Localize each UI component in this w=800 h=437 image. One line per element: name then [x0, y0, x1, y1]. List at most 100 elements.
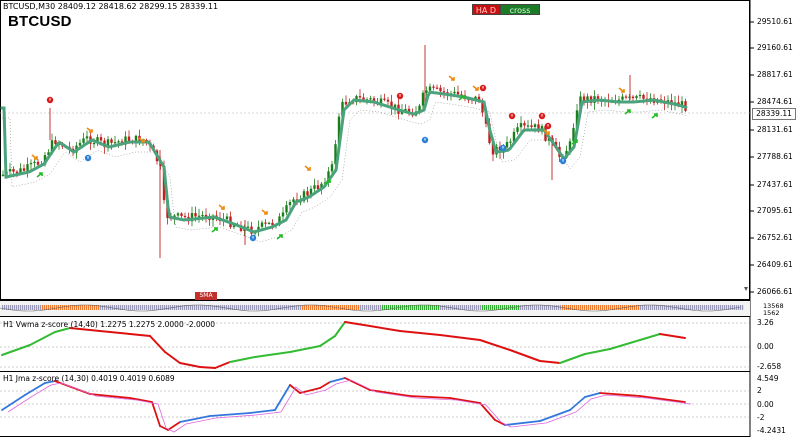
strip-bar — [382, 305, 384, 310]
strip-bar — [648, 305, 650, 310]
strip-bar — [536, 305, 538, 310]
strip-bar — [428, 305, 430, 310]
strip-bar — [268, 305, 270, 310]
strip-bar — [722, 305, 724, 310]
strip-bar — [250, 305, 252, 310]
strip-bar — [364, 305, 366, 310]
candle-body — [92, 142, 96, 145]
chart-canvas[interactable] — [0, 0, 800, 437]
strip-bar — [26, 305, 28, 310]
strip-bar — [630, 305, 632, 310]
candle-body — [225, 216, 229, 220]
strip-bar — [668, 305, 670, 310]
candle-body — [453, 91, 456, 94]
strip-bar — [394, 305, 396, 310]
strip-bar — [616, 305, 618, 310]
strip-bar — [166, 305, 168, 310]
strip-bar — [404, 305, 406, 310]
strip-bar — [64, 305, 66, 310]
candle-body — [435, 87, 439, 89]
strip-bar — [688, 305, 690, 310]
strip-bar — [444, 305, 446, 310]
candle-body — [201, 214, 204, 217]
candle-body — [316, 185, 320, 190]
strip-bar — [92, 305, 94, 310]
strip-bar — [710, 305, 712, 310]
strip-bar — [432, 305, 434, 310]
strip-bar — [116, 305, 118, 310]
strip-bar — [632, 305, 634, 310]
strip-bar — [242, 305, 244, 310]
vwma-zscore-segment — [479, 339, 511, 351]
signal-marker-glyph — [562, 159, 564, 162]
strip-bar — [84, 305, 86, 310]
strip-bar — [696, 305, 698, 310]
strip-bar — [534, 305, 536, 310]
strip-bar — [358, 305, 360, 310]
strip-bar — [508, 305, 510, 310]
candle-body — [33, 161, 36, 164]
strip-bar — [694, 305, 696, 310]
strip-bar — [342, 305, 344, 310]
vwma-zscore-segment — [439, 334, 481, 341]
candle-body — [99, 137, 103, 141]
strip-bar — [262, 305, 264, 310]
strip-bar — [338, 305, 340, 310]
strip-bar — [312, 305, 314, 310]
strip-bar — [378, 305, 380, 310]
candle-body — [358, 96, 362, 98]
strip-bar — [256, 305, 258, 310]
strip-bar — [30, 305, 32, 310]
strip-bar — [610, 305, 612, 310]
strip-bar — [600, 305, 602, 310]
jma-signal-line — [7, 379, 692, 433]
vwma-zscore-segment — [584, 348, 611, 355]
strip-bar — [144, 305, 146, 310]
candle-body — [442, 91, 446, 93]
strip-bar — [56, 305, 58, 310]
strip-bar — [240, 305, 242, 310]
sma-badge: SMA — [195, 292, 217, 300]
vwma-zscore-segment — [509, 349, 541, 362]
strip-bar — [142, 305, 144, 310]
strip-bar — [568, 305, 570, 310]
strip-bar — [422, 305, 424, 310]
candle-body — [421, 92, 425, 106]
strip-bar — [440, 305, 442, 310]
vwma-zscore-segment — [659, 333, 686, 339]
strip-bar — [416, 305, 418, 310]
candle-body — [432, 86, 435, 88]
strip-bar — [32, 305, 34, 310]
candle-body — [12, 169, 15, 172]
vwma-tick: 0.00 — [757, 342, 774, 351]
candle-body — [621, 96, 624, 100]
strip-bar — [376, 305, 378, 310]
vwma-zscore-segment — [369, 325, 401, 332]
candle-body — [285, 205, 288, 213]
strip-bar — [530, 305, 532, 310]
signal-marker-glyph — [511, 114, 513, 117]
strip-bar — [602, 305, 604, 310]
candle-body — [176, 213, 180, 216]
strip-bar — [724, 305, 726, 310]
strip-bar — [220, 305, 222, 310]
vwma-tick: 3.26 — [757, 318, 774, 327]
strip-bar — [618, 305, 620, 310]
strip-bar — [156, 305, 158, 310]
strip-bar — [154, 305, 156, 310]
strip-bar — [202, 305, 204, 310]
strip-bar — [206, 305, 208, 310]
ha-button[interactable]: HA D — [472, 4, 500, 15]
strip-bar — [558, 305, 560, 310]
strip-bar — [578, 305, 580, 310]
chart-window[interactable]: BTCUSD,M30 28409.12 28418.62 28299.15 28… — [0, 0, 800, 437]
strip-bar — [484, 305, 486, 310]
strip-bar — [42, 305, 44, 310]
cross-button[interactable]: cross — [500, 4, 540, 15]
price-tick: 29160.61 — [757, 43, 793, 52]
jma-tick: 4.549 — [757, 374, 779, 383]
symbol-title: BTCUSD — [8, 13, 72, 30]
candle-body — [85, 136, 89, 139]
strip-bar — [316, 305, 318, 310]
candle-body — [29, 163, 33, 165]
